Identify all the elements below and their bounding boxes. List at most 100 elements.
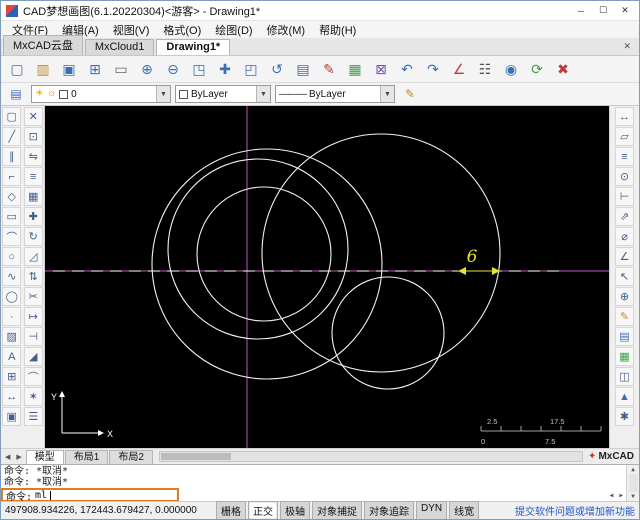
drawing-svg[interactable]: 6 Y X 2.5 17.5 0 7.5 bbox=[45, 106, 609, 448]
list-button[interactable]: ≡ bbox=[615, 147, 634, 166]
drawing-canvas[interactable]: 6 Y X 2.5 17.5 0 7.5 bbox=[45, 106, 609, 448]
regen-button[interactable]: ↺ bbox=[264, 58, 290, 80]
spline-button[interactable]: ∿ bbox=[2, 267, 22, 286]
area-button[interactable]: ▱ bbox=[615, 127, 634, 146]
layout-scroll-right-icon[interactable]: ▶ bbox=[14, 453, 23, 461]
undo-button[interactable]: ↶ bbox=[394, 58, 420, 80]
layout-scroll-left-icon[interactable]: ◀ bbox=[3, 453, 12, 461]
zoom-out-button[interactable]: ⊖ bbox=[160, 58, 186, 80]
center-mark-button[interactable]: ⊕ bbox=[615, 287, 634, 306]
text-button[interactable]: A bbox=[2, 347, 22, 366]
edit-text-button[interactable]: ✎ bbox=[615, 307, 634, 326]
measure-button[interactable]: ◫ bbox=[615, 367, 634, 386]
color-dropdown-icon[interactable]: ▼ bbox=[256, 86, 270, 102]
settings-button[interactable]: ✱ bbox=[615, 407, 634, 426]
layer-select[interactable]: ☀ ☼ 0 ▼ bbox=[31, 85, 171, 103]
layout-tab-layout2[interactable]: 布局2 bbox=[109, 450, 153, 464]
point-button[interactable]: · bbox=[2, 307, 22, 326]
doc-tab-drawing1[interactable]: Drawing1* bbox=[156, 39, 231, 55]
print-button[interactable]: ☷ bbox=[472, 58, 498, 80]
doc-tab-close-icon[interactable]: ✕ bbox=[619, 41, 635, 55]
layers-button[interactable]: ▤ bbox=[615, 327, 634, 346]
drawing-circle-4[interactable] bbox=[196, 186, 332, 322]
offset-button[interactable]: ≡ bbox=[23, 167, 43, 186]
move-button[interactable]: ✚ bbox=[23, 207, 43, 226]
save-button[interactable]: ▣ bbox=[56, 58, 82, 80]
stretch-button[interactable]: ⇅ bbox=[23, 267, 43, 286]
drawing-circle-3[interactable] bbox=[167, 158, 349, 340]
save-as-button[interactable]: ⊞ bbox=[82, 58, 108, 80]
status-toggle-osnap[interactable]: 对象捕捉 bbox=[312, 501, 362, 519]
distance-button[interactable]: ↔ bbox=[615, 107, 634, 126]
redo-button[interactable]: ↷ bbox=[420, 58, 446, 80]
command-scroll-left-icon[interactable]: ◀ bbox=[607, 492, 617, 499]
status-toggle-ortho[interactable]: 正交 bbox=[248, 501, 278, 519]
feedback-link[interactable]: 提交软件问题或增加新功能 bbox=[515, 503, 635, 518]
pan-button[interactable]: ✚ bbox=[212, 58, 238, 80]
zoom-in-button[interactable]: ⊕ bbox=[134, 58, 160, 80]
horizontal-scrollbar-thumb[interactable] bbox=[160, 453, 231, 460]
fillet-button[interactable]: ⌒ bbox=[23, 367, 43, 386]
layer-dropdown-icon[interactable]: ▼ bbox=[156, 86, 170, 102]
angle-tool-button[interactable]: ∠ bbox=[446, 58, 472, 80]
command-scrollbar-track[interactable] bbox=[628, 474, 638, 492]
ellipse-button[interactable]: ◯ bbox=[2, 287, 22, 306]
status-toggle-lineweight[interactable]: 线宽 bbox=[449, 501, 480, 519]
polyline-button[interactable]: ⌐ bbox=[2, 167, 22, 186]
color-palette-button[interactable]: ▦ bbox=[342, 58, 368, 80]
command-input[interactable]: 命令: ml bbox=[1, 488, 179, 503]
select-button[interactable]: ▢ bbox=[2, 107, 22, 126]
status-toggle-polar[interactable]: 极轴 bbox=[280, 501, 310, 519]
refresh-button[interactable]: ⟳ bbox=[524, 58, 550, 80]
match-properties-button[interactable]: ✎ bbox=[399, 85, 421, 103]
trim-button[interactable]: ✂ bbox=[23, 287, 43, 306]
linetype-select[interactable]: ——— ByLayer ▼ bbox=[275, 85, 395, 103]
minimize-button[interactable]: ─ bbox=[570, 3, 592, 18]
explode-button[interactable]: ✶ bbox=[23, 387, 43, 406]
dim-aligned-button[interactable]: ⇗ bbox=[615, 207, 634, 226]
command-scrollbar[interactable]: ▲ ▼ bbox=[626, 465, 639, 501]
rotate-button[interactable]: ↻ bbox=[23, 227, 43, 246]
layout-tab-layout1[interactable]: 布局1 bbox=[64, 450, 109, 464]
status-toggle-dyn[interactable]: DYN bbox=[416, 501, 448, 519]
draw-order-button[interactable]: ▤ bbox=[290, 58, 316, 80]
group-button[interactable]: ▦ bbox=[615, 347, 634, 366]
chamfer-button[interactable]: ◢ bbox=[23, 347, 43, 366]
linetype-dropdown-icon[interactable]: ▼ bbox=[380, 86, 394, 102]
rectangle-button[interactable]: ▭ bbox=[2, 207, 22, 226]
copy-button[interactable]: ⊡ bbox=[23, 127, 43, 146]
plot-preview-button[interactable]: ▭ bbox=[108, 58, 134, 80]
insert-block-button[interactable]: ⊠ bbox=[368, 58, 394, 80]
dimension-button[interactable]: ↔ bbox=[2, 387, 22, 406]
erase-button[interactable]: ✕ bbox=[23, 107, 43, 126]
dim-angular-button[interactable]: ∠ bbox=[615, 247, 634, 266]
drawing-circle-1[interactable] bbox=[151, 148, 383, 380]
status-toggle-grid[interactable]: 栅格 bbox=[216, 501, 246, 519]
web-button[interactable]: ◉ bbox=[498, 58, 524, 80]
layer-manager-button[interactable]: ▤ bbox=[5, 85, 27, 103]
sketch-pencil-button[interactable]: ✎ bbox=[316, 58, 342, 80]
mirror-button[interactable]: ⇋ bbox=[23, 147, 43, 166]
zoom-extents-button[interactable]: ◳ bbox=[186, 58, 212, 80]
layout-tab-model[interactable]: 模型 bbox=[25, 450, 64, 464]
dim-radius-button[interactable]: ⌀ bbox=[615, 227, 634, 246]
open-button[interactable]: ▥ bbox=[30, 58, 56, 80]
id-point-button[interactable]: ⊙ bbox=[615, 167, 634, 186]
doc-tab-mxcad-cloud[interactable]: MxCAD云盘 bbox=[3, 35, 83, 55]
zoom-window-button[interactable]: ◰ bbox=[238, 58, 264, 80]
export-image-button[interactable]: ✖ bbox=[550, 58, 576, 80]
command-scroll-up-icon[interactable]: ▲ bbox=[628, 466, 638, 473]
dim-linear-button[interactable]: ⊢ bbox=[615, 187, 634, 206]
table-button[interactable]: ⊞ bbox=[2, 367, 22, 386]
horizontal-scrollbar[interactable] bbox=[158, 451, 584, 462]
status-toggle-otrack[interactable]: 对象追踪 bbox=[364, 501, 414, 519]
color-select[interactable]: ByLayer ▼ bbox=[175, 85, 271, 103]
new-button[interactable]: ▢ bbox=[4, 58, 30, 80]
line-button[interactable]: ╱ bbox=[2, 127, 22, 146]
extend-button[interactable]: ↦ bbox=[23, 307, 43, 326]
construction-line-button[interactable]: ∥ bbox=[2, 147, 22, 166]
command-scroll-down-icon[interactable]: ▼ bbox=[628, 493, 638, 500]
nav-up-button[interactable]: ▲ bbox=[615, 387, 634, 406]
scale-button[interactable]: ◿ bbox=[23, 247, 43, 266]
break-button[interactable]: ⊣ bbox=[23, 327, 43, 346]
